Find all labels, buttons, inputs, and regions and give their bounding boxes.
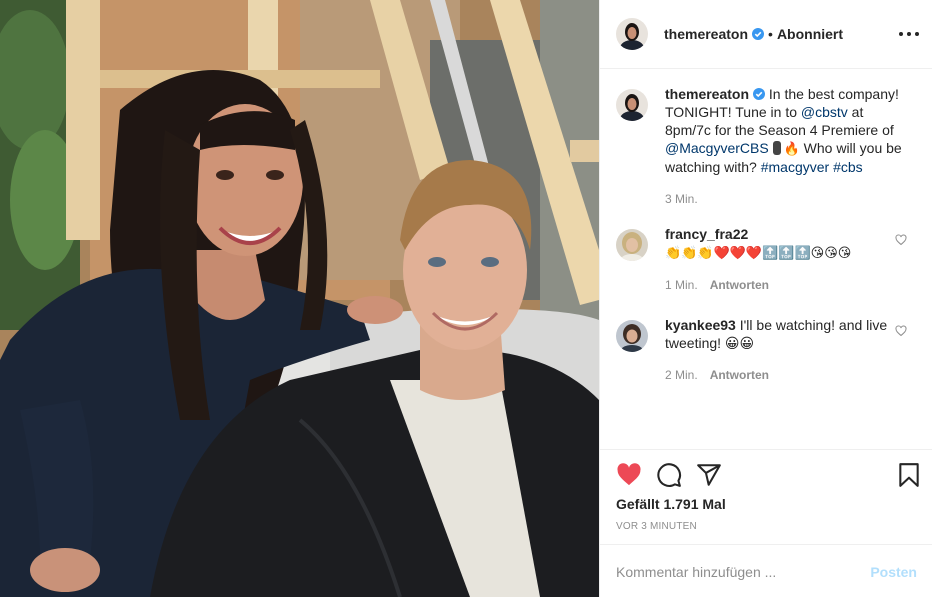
- comment-username[interactable]: kyankee93: [665, 317, 736, 333]
- instagram-post: themereaton • Abonniert themereaton In t…: [0, 0, 932, 597]
- post-header: themereaton • Abonniert: [600, 0, 932, 69]
- comment: kyankee93 I'll be watching! and live twe…: [616, 316, 917, 384]
- bookmark-icon[interactable]: [896, 462, 922, 488]
- photo-illustration: [0, 0, 599, 597]
- comment-text: 👏👏👏❤️❤️❤️🔝🔝🔝😘😘😘: [665, 245, 852, 260]
- commenter-avatar[interactable]: [616, 320, 648, 352]
- heart-filled-icon[interactable]: [616, 462, 642, 488]
- author-avatar[interactable]: [616, 18, 648, 50]
- like-comment-icon[interactable]: [895, 325, 907, 337]
- comment-body: francy_fra22 👏👏👏❤️❤️❤️🔝🔝🔝😘😘😘 1 Min. Antwo…: [665, 225, 905, 294]
- follow-state-button[interactable]: Abonniert: [777, 26, 843, 42]
- commenter-avatar[interactable]: [616, 229, 648, 261]
- author-username[interactable]: themereaton: [664, 26, 748, 42]
- caption-body: themereaton In the best company! TONIGHT…: [665, 85, 905, 208]
- caption: themereaton In the best company! TONIGHT…: [616, 85, 917, 208]
- reply-button[interactable]: Antworten: [710, 278, 769, 292]
- hashtag-cbs[interactable]: #cbs: [833, 159, 863, 175]
- comment-icon[interactable]: [656, 462, 682, 488]
- post-comment-button[interactable]: Posten: [870, 564, 917, 580]
- comment-time[interactable]: 2 Min.: [665, 368, 698, 382]
- comment: francy_fra22 👏👏👏❤️❤️❤️🔝🔝🔝😘😘😘 1 Min. Antwo…: [616, 225, 917, 294]
- post-timestamp[interactable]: VOR 3 MINUTEN: [616, 521, 697, 532]
- comment-username[interactable]: francy_fra22: [665, 226, 748, 242]
- caption-meta: 3 Min.: [665, 190, 905, 208]
- caption-username[interactable]: themereaton: [665, 86, 749, 102]
- comment-meta: 2 Min. Antworten: [665, 366, 905, 384]
- comment-input[interactable]: [616, 559, 856, 585]
- reply-button[interactable]: Antworten: [710, 368, 769, 382]
- verified-badge-icon: [752, 28, 765, 40]
- verified-badge-icon: [753, 88, 766, 100]
- comment-meta: 1 Min. Antworten: [665, 276, 905, 294]
- mention-cbstv[interactable]: @cbstv: [801, 104, 848, 120]
- more-horizontal-icon[interactable]: [899, 24, 919, 44]
- caption-time[interactable]: 3 Min.: [665, 192, 698, 206]
- comments-list: themereaton In the best company! TONIGHT…: [600, 69, 932, 449]
- mention-macgyvercbs[interactable]: @MacgyverCBS: [665, 140, 769, 156]
- hashtag-macgyver[interactable]: #macgyver: [761, 159, 829, 175]
- caption-emoji-fire: 🔥: [783, 141, 800, 156]
- caption-emoji-dark: [772, 141, 781, 155]
- like-comment-icon[interactable]: [895, 234, 907, 246]
- action-bar: [616, 462, 919, 488]
- likes-count[interactable]: Gefällt 1.791 Mal: [616, 496, 726, 512]
- post-actions: Gefällt 1.791 Mal VOR 3 MINUTEN Posten: [600, 449, 932, 597]
- paper-plane-icon[interactable]: [696, 462, 722, 488]
- comment-time[interactable]: 1 Min.: [665, 278, 698, 292]
- add-comment-section: Posten: [600, 544, 932, 598]
- comment-body: kyankee93 I'll be watching! and live twe…: [665, 316, 905, 384]
- author-avatar[interactable]: [616, 89, 648, 121]
- post-sidebar: themereaton • Abonniert themereaton In t…: [599, 0, 932, 597]
- header-separator: •: [768, 26, 773, 42]
- post-photo[interactable]: [0, 0, 599, 597]
